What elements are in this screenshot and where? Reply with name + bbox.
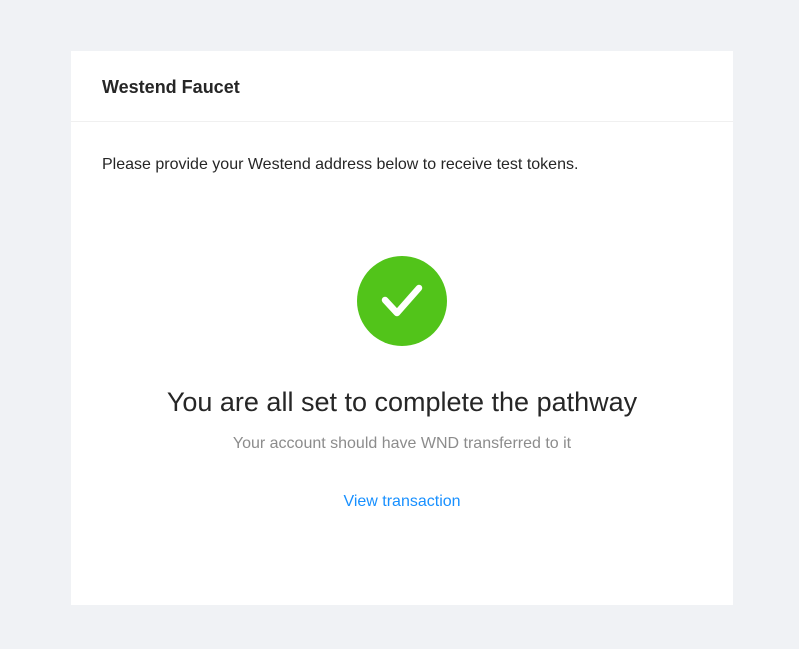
- view-transaction-link[interactable]: View transaction: [71, 493, 733, 511]
- faucet-card: Westend Faucet Please provide your Weste…: [71, 51, 733, 605]
- checkmark-icon: [381, 284, 423, 317]
- intro-text: Please provide your Westend address belo…: [102, 156, 579, 173]
- result-title: You are all set to complete the pathway: [166, 387, 638, 417]
- card-title: Westend Faucet: [102, 77, 240, 97]
- check-circle-icon: [357, 256, 447, 346]
- result-subtitle: Your account should have WND transferred…: [232, 435, 572, 452]
- card-header: Westend Faucet: [71, 51, 733, 122]
- card-body: Please provide your Westend address belo…: [71, 122, 733, 605]
